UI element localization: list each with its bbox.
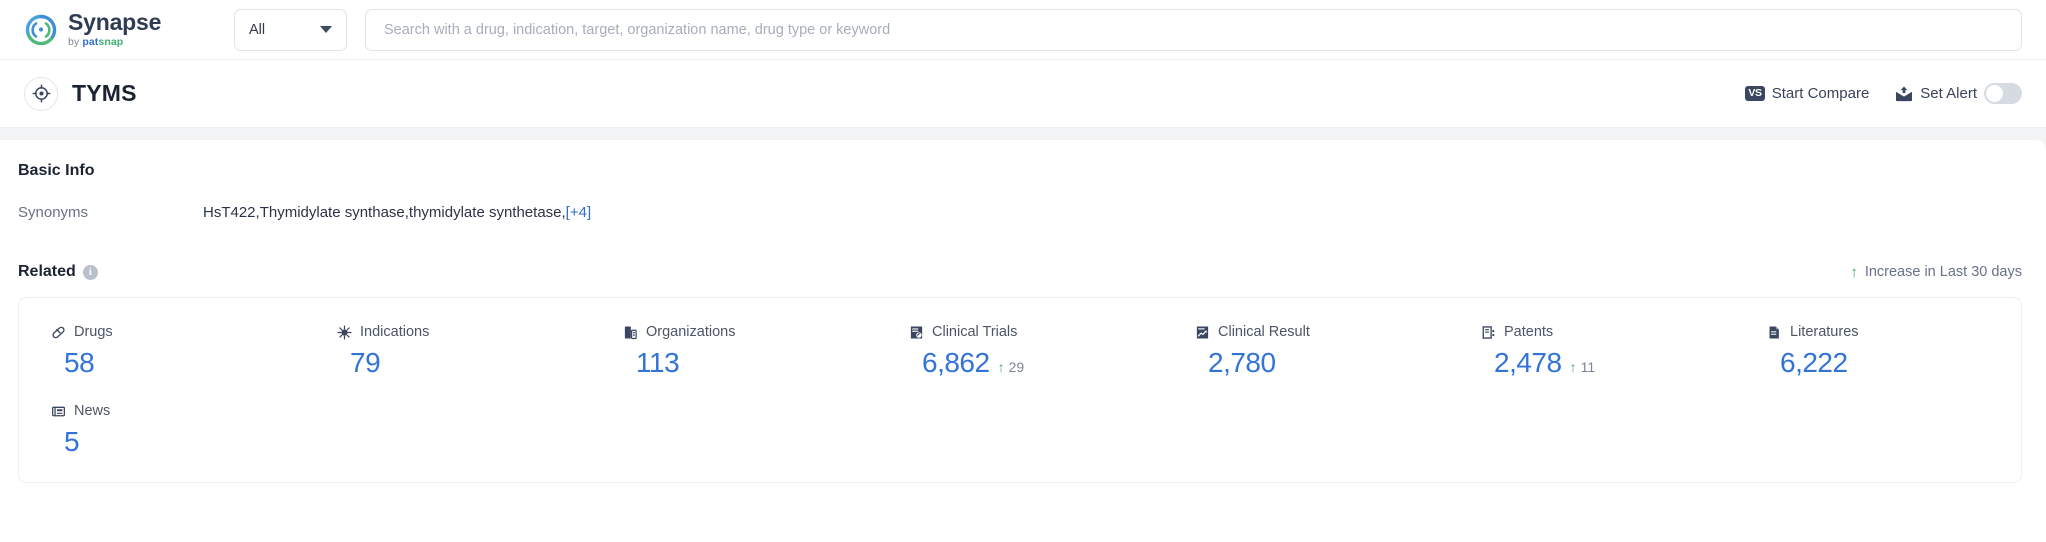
building-icon — [623, 325, 638, 340]
search-input[interactable] — [384, 21, 2003, 38]
arrow-up-icon: ↑ — [1569, 359, 1577, 375]
info-icon[interactable]: i — [82, 264, 98, 280]
related-header: Related i ↑ Increase in Last 30 days — [18, 263, 2022, 281]
main-panel: Basic Info Synonyms HsT422,Thymidylate s… — [0, 140, 2046, 542]
stat-label: Clinical Trials — [932, 324, 1018, 340]
stat-news[interactable]: News 5 — [19, 403, 305, 458]
literature-icon — [1767, 325, 1782, 340]
arrow-up-icon: ↑ — [997, 359, 1005, 375]
stat-drugs[interactable]: Drugs 58 — [19, 324, 305, 379]
stat-value[interactable]: 6,222 — [1780, 347, 1848, 379]
vs-icon: VS — [1745, 86, 1765, 101]
synonyms-more-link[interactable]: [+4] — [566, 204, 591, 221]
top-search-bar: Synapse by patsnap All — [0, 0, 2046, 60]
virus-icon — [337, 324, 352, 340]
stat-clinical-result[interactable]: Clinical Result 2,780 — [1163, 324, 1449, 379]
search-category-value: All — [249, 21, 266, 38]
stat-label: Patents — [1504, 324, 1554, 340]
entity-header: TYMS VS Start Compare Set Alert — [0, 60, 2046, 128]
stat-label: Indications — [360, 324, 430, 340]
stat-delta: ↑ 11 — [1570, 359, 1596, 375]
target-icon — [24, 76, 58, 111]
synonyms-value-wrap: HsT422,Thymidylate synthase,thymidylate … — [203, 204, 591, 221]
clinical-result-icon — [1195, 325, 1210, 340]
entity-header-actions: VS Start Compare Set Alert — [1745, 83, 2022, 104]
stat-label: Organizations — [646, 324, 736, 340]
stat-label: Drugs — [74, 324, 113, 340]
logo-wordmark: Synapse — [68, 9, 162, 36]
pill-icon — [51, 325, 66, 340]
logo-tagline: by patsnap — [68, 36, 124, 49]
synapse-logo-icon — [24, 13, 58, 47]
stat-patents[interactable]: Patents 2,478 ↑ 11 — [1449, 324, 1735, 379]
basic-info-title: Basic Info — [18, 162, 95, 179]
global-search-box[interactable] — [365, 8, 2022, 51]
stat-value[interactable]: 2,780 — [1208, 347, 1276, 379]
set-alert-button[interactable]: Set Alert — [1895, 83, 2022, 104]
stat-label: Clinical Result — [1218, 324, 1310, 340]
news-icon — [51, 404, 66, 419]
patent-icon — [1481, 325, 1496, 340]
increase-legend: ↑ Increase in Last 30 days — [1850, 264, 2022, 280]
stat-label: Literatures — [1790, 324, 1859, 340]
alert-mail-icon — [1895, 86, 1913, 102]
related-stats-grid: Drugs 58 Indications 79 Organizations 11… — [19, 324, 2021, 458]
set-alert-label: Set Alert — [1920, 85, 1977, 102]
clinical-trial-icon — [909, 325, 924, 340]
search-category-select[interactable]: All — [234, 8, 347, 51]
synonyms-row: Synonyms HsT422,Thymidylate synthase,thy… — [18, 204, 2022, 221]
related-title: Related — [18, 263, 76, 280]
page-title: TYMS — [72, 80, 137, 106]
stat-value[interactable]: 5 — [64, 426, 80, 458]
stat-value[interactable]: 79 — [350, 347, 381, 379]
stat-clinical-trials[interactable]: Clinical Trials 6,862 ↑ 29 — [877, 324, 1163, 379]
stat-delta-value: 11 — [1580, 359, 1596, 375]
stat-organizations[interactable]: Organizations 113 — [591, 324, 877, 379]
stat-delta-value: 29 — [1008, 359, 1025, 375]
synapse-logo[interactable]: Synapse by patsnap — [24, 11, 204, 48]
stat-value[interactable]: 6,862 — [922, 347, 990, 379]
stat-value[interactable]: 113 — [636, 347, 680, 379]
chevron-down-icon — [320, 26, 332, 33]
arrow-up-icon: ↑ — [1850, 263, 1858, 281]
synonyms-value: HsT422,Thymidylate synthase,thymidylate … — [203, 204, 566, 221]
set-alert-toggle[interactable] — [1984, 83, 2022, 104]
stat-value[interactable]: 58 — [64, 347, 95, 379]
stat-indications[interactable]: Indications 79 — [305, 324, 591, 379]
start-compare-button[interactable]: VS Start Compare — [1745, 85, 1869, 102]
stat-literatures[interactable]: Literatures 6,222 — [1735, 324, 2021, 379]
start-compare-label: Start Compare — [1771, 85, 1870, 102]
related-stats-card: Drugs 58 Indications 79 Organizations 11… — [18, 297, 2022, 483]
stat-label: News — [74, 403, 111, 419]
stat-delta: ↑ 29 — [998, 359, 1025, 375]
synonyms-label: Synonyms — [18, 204, 89, 221]
increase-legend-label: Increase in Last 30 days — [1864, 264, 2022, 280]
stat-value[interactable]: 2,478 — [1494, 347, 1562, 379]
